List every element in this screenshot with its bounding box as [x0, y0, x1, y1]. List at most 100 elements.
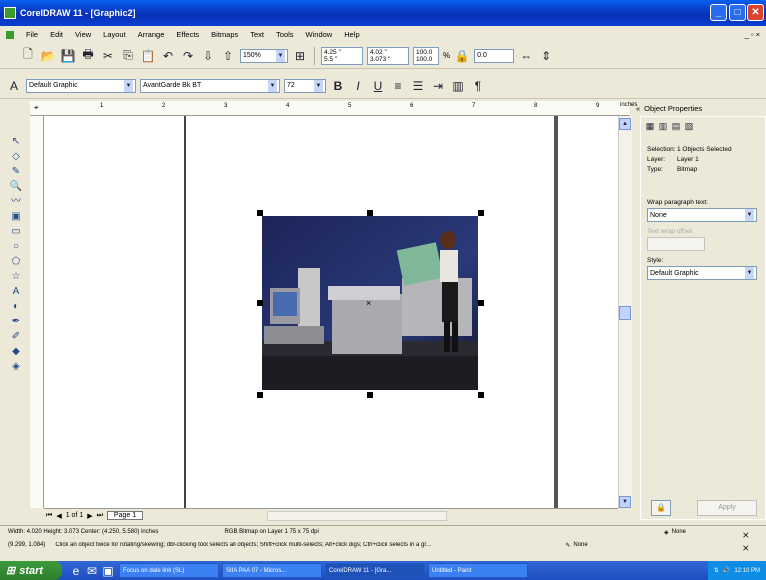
- position-fields[interactable]: 4.25 " 5.5 ": [321, 46, 363, 65]
- lock-icon[interactable]: 🔒: [651, 500, 671, 516]
- text-tool-icon[interactable]: A: [6, 78, 22, 94]
- smart-fill-icon[interactable]: ▣: [8, 209, 24, 224]
- close-button[interactable]: ✕: [747, 4, 764, 21]
- taskbar-item[interactable]: SIIA PAA 07 - Micros...: [222, 563, 322, 578]
- next-page-icon[interactable]: ▶: [87, 512, 92, 520]
- align-icon[interactable]: ≡: [390, 78, 406, 94]
- selection-handle[interactable]: [257, 210, 263, 216]
- selection-handle[interactable]: [367, 392, 373, 398]
- menu-edit[interactable]: Edit: [50, 30, 63, 39]
- zoom-tool-icon[interactable]: 🔍: [8, 179, 24, 194]
- vertical-ruler[interactable]: [30, 116, 44, 508]
- font-select[interactable]: AvantGarde Bk BT ▼: [140, 78, 280, 93]
- docker-collapse-icon[interactable]: «: [636, 104, 640, 113]
- menu-bitmaps[interactable]: Bitmaps: [211, 30, 238, 39]
- size-fields[interactable]: 4.02 " 3.073 ": [367, 46, 409, 65]
- tab-outline-icon[interactable]: ▥: [658, 121, 668, 131]
- selection-handle[interactable]: [367, 210, 373, 216]
- quicklaunch-desktop-icon[interactable]: ▣: [100, 563, 116, 579]
- menu-window[interactable]: Window: [306, 30, 333, 39]
- zoom-select[interactable]: 150% ▼: [240, 48, 288, 63]
- font-size-select[interactable]: 72 ▼: [284, 78, 326, 93]
- maximize-button[interactable]: □: [729, 4, 746, 21]
- menu-file[interactable]: File: [26, 30, 38, 39]
- fill-tool-icon[interactable]: ◆: [8, 344, 24, 359]
- undo-icon[interactable]: ↶: [160, 48, 176, 64]
- width-value[interactable]: 4.02 ": [370, 49, 387, 56]
- knife-tool-icon[interactable]: ✎: [8, 164, 24, 179]
- interactive-blend-icon[interactable]: ◐: [8, 299, 24, 314]
- indent-icon[interactable]: ⇥: [430, 78, 446, 94]
- height-value[interactable]: 3.073 ": [370, 56, 390, 63]
- doc-menu-icon[interactable]: [6, 30, 14, 39]
- underline-button[interactable]: U: [370, 78, 386, 94]
- interactive-fill-icon[interactable]: ◈: [8, 359, 24, 374]
- mirror-vertical-icon[interactable]: ⇕: [538, 48, 554, 64]
- tray-volume-icon[interactable]: 🔊: [723, 567, 730, 574]
- start-button[interactable]: ⊞ start: [0, 561, 62, 580]
- menu-arrange[interactable]: Arrange: [138, 30, 165, 39]
- pick-tool-icon[interactable]: ↖: [8, 134, 24, 149]
- scroll-down-icon[interactable]: ▼: [619, 496, 631, 508]
- menu-tools[interactable]: Tools: [276, 30, 294, 39]
- wrap-select[interactable]: None ▼: [647, 208, 757, 222]
- y-position[interactable]: 5.5 ": [324, 56, 337, 63]
- quicklaunch-ie-icon[interactable]: e: [68, 563, 84, 579]
- basic-shapes-icon[interactable]: ☆: [8, 269, 24, 284]
- doc-window-controls[interactable]: _ ▫ ×: [745, 30, 760, 39]
- save-icon[interactable]: 💾: [60, 48, 76, 64]
- export-icon[interactable]: ⇧: [220, 48, 236, 64]
- scroll-thumb[interactable]: [619, 306, 631, 320]
- selection-handle[interactable]: [257, 392, 263, 398]
- tab-general-icon[interactable]: ▤: [671, 121, 681, 131]
- taskbar-item[interactable]: Focus on dale link (SL): [119, 563, 219, 578]
- menu-layout[interactable]: Layout: [103, 30, 126, 39]
- page-1-tab[interactable]: Page 1: [106, 511, 144, 520]
- scale-x[interactable]: 100.0: [416, 49, 432, 56]
- open-icon[interactable]: 📂: [40, 48, 56, 64]
- bullet-icon[interactable]: ☰: [410, 78, 426, 94]
- taskbar-item-active[interactable]: CorelDRAW 11 - [Gra...: [325, 563, 425, 578]
- horizontal-scrollbar[interactable]: [267, 510, 448, 521]
- apply-button[interactable]: Apply: [697, 500, 757, 516]
- cut-icon[interactable]: ✂: [100, 48, 116, 64]
- menu-help[interactable]: Help: [344, 30, 359, 39]
- snap-to-grid-icon[interactable]: ⊞: [292, 48, 308, 64]
- last-page-icon[interactable]: ⏭: [97, 512, 103, 520]
- shape-tool-icon[interactable]: ◇: [8, 149, 24, 164]
- first-page-icon[interactable]: ⏮: [46, 512, 52, 520]
- rotation-field[interactable]: 0.0: [474, 48, 515, 63]
- columns-icon[interactable]: ▥: [450, 78, 466, 94]
- tab-bitmap-icon[interactable]: ▧: [684, 121, 694, 131]
- redo-icon[interactable]: ↷: [180, 48, 196, 64]
- minimize-button[interactable]: _: [710, 4, 727, 21]
- italic-button[interactable]: I: [350, 78, 366, 94]
- selection-handle[interactable]: [257, 300, 263, 306]
- menu-effects[interactable]: Effects: [176, 30, 199, 39]
- prev-page-icon[interactable]: ◀: [56, 512, 61, 520]
- vertical-scrollbar[interactable]: ▲ ▼: [618, 116, 632, 508]
- ellipse-tool-icon[interactable]: ○: [8, 239, 24, 254]
- tab-fill-icon[interactable]: ▦: [645, 121, 655, 131]
- freehand-tool-icon[interactable]: 〰: [8, 194, 24, 209]
- taskbar-item[interactable]: Untitled - Paint: [428, 563, 528, 578]
- text-tool-icon[interactable]: A: [8, 284, 24, 299]
- new-document-icon[interactable]: 🗋: [20, 47, 36, 64]
- rectangle-tool-icon[interactable]: ▭: [8, 224, 24, 239]
- paragraph-icon[interactable]: ¶: [470, 78, 486, 94]
- bold-button[interactable]: B: [330, 78, 346, 94]
- lock-ratio-icon[interactable]: 🔒: [454, 48, 470, 64]
- copy-icon[interactable]: ⎘: [120, 48, 136, 64]
- print-icon[interactable]: 🖶: [80, 47, 96, 64]
- selection-handle[interactable]: [478, 210, 484, 216]
- menu-view[interactable]: View: [75, 30, 91, 39]
- scroll-up-icon[interactable]: ▲: [619, 118, 631, 130]
- mirror-horizontal-icon[interactable]: ⇔: [518, 48, 534, 64]
- quicklaunch-outlook-icon[interactable]: ✉: [84, 563, 100, 579]
- outline-tool-icon[interactable]: ✐: [8, 329, 24, 344]
- tray-network-icon[interactable]: ⇅: [714, 567, 719, 574]
- selection-handle[interactable]: [478, 392, 484, 398]
- x-position[interactable]: 4.25 ": [324, 49, 341, 56]
- selection-handle[interactable]: [478, 300, 484, 306]
- polygon-tool-icon[interactable]: ⬠: [8, 254, 24, 269]
